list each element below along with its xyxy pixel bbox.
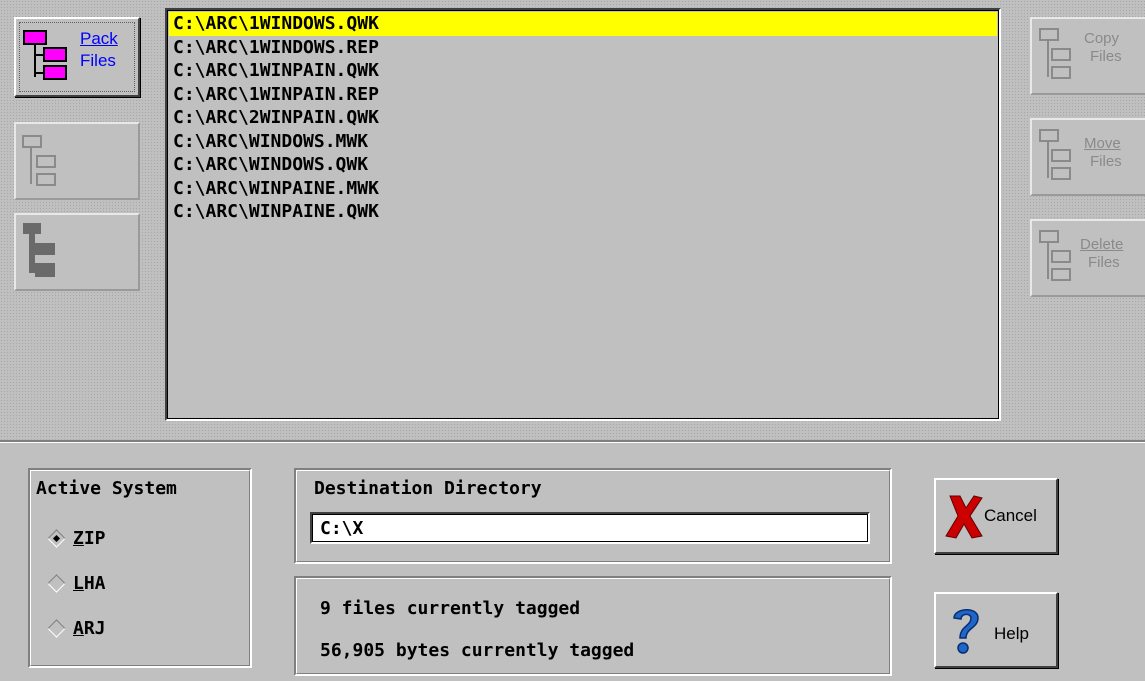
delete-files-icon bbox=[1039, 230, 1071, 281]
radio-arj-label: RJ bbox=[83, 618, 106, 639]
cancel-x-icon bbox=[945, 495, 983, 539]
cancel-button[interactable]: Cancel bbox=[934, 478, 1058, 554]
move-files-icon bbox=[1039, 129, 1071, 180]
help-button[interactable]: Help bbox=[934, 592, 1058, 668]
delete-files-button[interactable]: Delete Files bbox=[1030, 219, 1145, 297]
radio-zip[interactable]: ZIP bbox=[47, 528, 106, 549]
delete-label-2: Files bbox=[1088, 254, 1120, 271]
radio-diamond-icon bbox=[47, 619, 66, 638]
help-label: Help bbox=[994, 624, 1029, 643]
radio-lha[interactable]: LHA bbox=[47, 573, 106, 594]
radio-diamond-icon bbox=[47, 574, 66, 593]
status-group: 9 files currently tagged 56,905 bytes cu… bbox=[294, 576, 892, 676]
destination-title: Destination Directory bbox=[314, 478, 542, 499]
file-list-item[interactable]: C:\ARC\2WINPAIN.QWK bbox=[169, 106, 997, 130]
file-list-item[interactable]: C:\ARC\1WINDOWS.QWK bbox=[169, 12, 997, 36]
file-list-item[interactable]: C:\ARC\1WINPAIN.REP bbox=[169, 83, 997, 107]
active-system-title: Active System bbox=[36, 478, 177, 499]
copy-label-1: Copy bbox=[1084, 30, 1120, 47]
file-list-item[interactable]: C:\ARC\WINDOWS.MWK bbox=[169, 130, 997, 154]
untag-files-icon bbox=[23, 223, 55, 277]
files-tagged-text: 9 files currently tagged bbox=[320, 598, 581, 619]
radio-lha-label: HA bbox=[83, 573, 106, 594]
tag-files-button[interactable] bbox=[14, 122, 140, 200]
help-question-icon bbox=[953, 609, 979, 654]
file-list[interactable]: C:\ARC\1WINDOWS.QWK C:\ARC\1WINDOWS.REP C:… bbox=[165, 8, 1001, 421]
active-system-group: Active System ZIP LHA ARJ bbox=[28, 468, 252, 668]
file-list-item[interactable]: C:\ARC\WINDOWS.QWK bbox=[169, 153, 997, 177]
delete-label-1: Delete bbox=[1080, 236, 1124, 253]
radio-arj[interactable]: ARJ bbox=[47, 618, 106, 639]
bytes-tagged-text: 56,905 bytes currently tagged bbox=[320, 640, 635, 661]
pack-files-icon bbox=[23, 30, 67, 80]
file-list-item[interactable]: C:\ARC\WINPAINE.MWK bbox=[169, 177, 997, 201]
radio-lha-hotkey: L bbox=[73, 573, 84, 594]
file-list-item[interactable]: C:\ARC\1WINPAIN.QWK bbox=[169, 59, 997, 83]
radio-arj-hotkey: A bbox=[73, 618, 84, 639]
separator bbox=[0, 440, 1145, 443]
destination-group: Destination Directory C:\X bbox=[294, 468, 892, 564]
radio-zip-hotkey: Z bbox=[73, 528, 84, 549]
file-list-item[interactable]: C:\ARC\WINPAINE.QWK bbox=[169, 200, 997, 224]
radio-diamond-icon bbox=[47, 529, 66, 548]
destination-input[interactable]: C:\X bbox=[310, 512, 870, 544]
move-label-1: Move bbox=[1084, 135, 1121, 152]
file-list-item[interactable]: C:\ARC\1WINDOWS.REP bbox=[169, 36, 997, 60]
copy-files-icon bbox=[1039, 28, 1071, 79]
move-files-button[interactable]: Move Files bbox=[1030, 118, 1145, 196]
copy-files-button[interactable]: Copy Files bbox=[1030, 17, 1145, 95]
cancel-label: Cancel bbox=[984, 506, 1037, 525]
tag-files-icon bbox=[22, 135, 56, 186]
pack-label-1: Pack bbox=[80, 29, 118, 48]
move-label-2: Files bbox=[1090, 153, 1122, 170]
pack-label-2: Files bbox=[80, 51, 116, 70]
untag-files-button[interactable] bbox=[14, 213, 140, 291]
radio-zip-label: IP bbox=[83, 528, 106, 549]
copy-label-2: Files bbox=[1090, 48, 1122, 65]
pack-files-button[interactable]: Pack Files bbox=[14, 17, 140, 97]
